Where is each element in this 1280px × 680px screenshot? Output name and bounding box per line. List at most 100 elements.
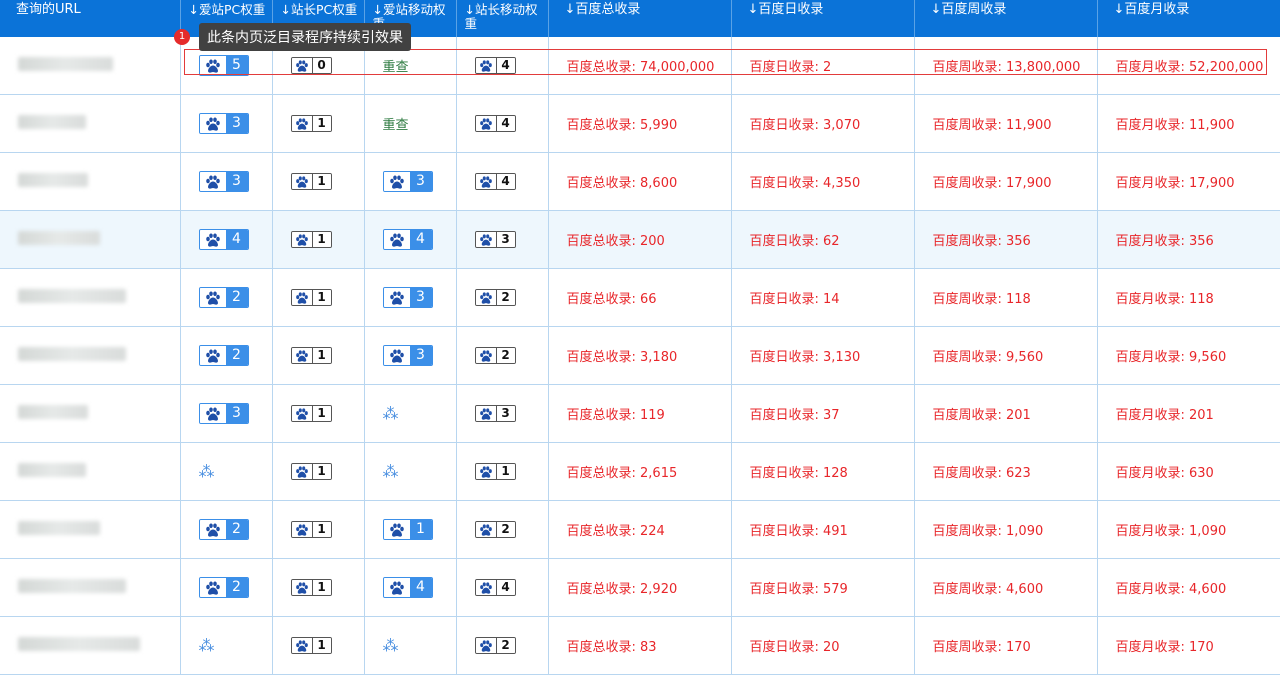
zhanzhang-weight-badge[interactable]: 3 (474, 231, 516, 248)
baidu-day-value: 百度日收录: 20 (749, 640, 840, 655)
zhanzhang-weight-badge[interactable]: 4 (474, 579, 516, 596)
zhanzhang-weight-badge[interactable]: 1 (290, 405, 332, 422)
aizhan-weight-badge[interactable]: 3 (382, 287, 433, 308)
zhanzhang-weight-badge[interactable]: 1 (290, 463, 332, 480)
blurred-url[interactable] (18, 114, 86, 129)
url-cell[interactable] (0, 94, 181, 153)
blurred-url[interactable] (18, 462, 86, 477)
baidu-total-cell: 百度总收录: 66 (548, 268, 732, 327)
weight-value: 3 (225, 172, 248, 191)
blurred-url[interactable] (18, 404, 88, 419)
aizhan-pc-cell: ⁂ (180, 616, 273, 675)
blurred-url[interactable] (18, 230, 100, 245)
col-header-baidu-total[interactable]: ↓百度总收录 (548, 0, 732, 37)
zhanzhang-pc-cell: 1 (272, 616, 365, 675)
aizhan-weight-badge[interactable]: 2 (198, 519, 249, 540)
baidu-total-value: 百度总收录: 3,180 (566, 350, 678, 365)
url-cell[interactable] (0, 442, 181, 501)
url-cell[interactable] (0, 152, 181, 211)
baidu-day-value: 百度日收录: 4,350 (749, 176, 861, 191)
url-cell[interactable] (0, 326, 181, 385)
zhanzhang-weight-badge[interactable]: 1 (474, 463, 516, 480)
baidu-paw-icon (199, 172, 226, 191)
zhanzhang-weight-badge[interactable]: 1 (290, 521, 332, 538)
zhanzhang-mobile-cell: 4 (456, 152, 549, 211)
aizhan-weight-badge[interactable]: 4 (382, 577, 433, 598)
url-cell[interactable] (0, 558, 181, 617)
zhanzhang-weight-badge[interactable]: 1 (290, 231, 332, 248)
col-header-url: 查询的URL (0, 0, 181, 37)
url-cell[interactable] (0, 384, 181, 443)
col-header-zhanzhang-mobile[interactable]: ↓站长移动权重 (456, 0, 549, 37)
aizhan-weight-badge[interactable]: 2 (198, 577, 249, 598)
aizhan-weight-badge[interactable]: 3 (382, 171, 433, 192)
tooltip-badge: 1 (174, 29, 190, 45)
zhanzhang-weight-badge[interactable]: 1 (290, 289, 332, 306)
weight-value: 3 (225, 404, 248, 423)
baidu-total-cell: 百度总收录: 200 (548, 210, 732, 269)
zhanzhang-mobile-cell: 1 (456, 442, 549, 501)
zhanzhang-weight-badge[interactable]: 1 (290, 173, 332, 190)
zhanzhang-weight-badge[interactable]: 2 (474, 347, 516, 364)
zhanzhang-weight-badge[interactable]: 2 (474, 637, 516, 654)
url-cell[interactable] (0, 268, 181, 327)
baidu-day-cell: 百度日收录: 128 (731, 442, 915, 501)
url-cell[interactable] (0, 616, 181, 675)
baidu-day-value: 百度日收录: 579 (749, 582, 848, 597)
blurred-url[interactable] (18, 578, 126, 593)
tooltip-text: 此条内页泛目录程序持续引效果 (199, 23, 411, 51)
col-header-baidu-month[interactable]: ↓百度月收录 (1097, 0, 1280, 37)
baidu-month-cell: 百度月收录: 170 (1097, 616, 1280, 675)
baidu-week-cell: 百度周收录: 356 (914, 210, 1098, 269)
zhanzhang-weight-badge[interactable]: 2 (474, 289, 516, 306)
aizhan-pc-cell: ⁂ (180, 442, 273, 501)
baidu-week-cell: 百度周收录: 170 (914, 616, 1098, 675)
baidu-month-value: 百度月收录: 170 (1115, 640, 1214, 655)
baidu-day-value: 百度日收录: 3,130 (749, 350, 861, 365)
aizhan-weight-badge[interactable]: 3 (198, 113, 249, 134)
baidu-month-cell: 百度月收录: 356 (1097, 210, 1280, 269)
col-header-baidu-week[interactable]: ↓百度周收录 (914, 0, 1098, 37)
url-cell[interactable] (0, 500, 181, 559)
baidu-total-cell: 百度总收录: 3,180 (548, 326, 732, 385)
recheck-link[interactable]: 重查 (383, 118, 409, 133)
aizhan-weight-badge[interactable]: 2 (198, 287, 249, 308)
col-header-baidu-day[interactable]: ↓百度日收录 (731, 0, 915, 37)
baidu-total-cell: 百度总收录: 2,920 (548, 558, 732, 617)
aizhan-weight-badge[interactable]: 4 (198, 229, 249, 250)
baidu-paw-icon (383, 520, 410, 539)
aizhan-weight-badge[interactable]: 3 (382, 345, 433, 366)
blurred-url[interactable] (18, 172, 88, 187)
aizhan-weight-badge[interactable]: 2 (198, 345, 249, 366)
blurred-url[interactable] (18, 288, 126, 303)
baidu-week-value: 百度周收录: 1,090 (932, 524, 1044, 539)
weight-value: 3 (495, 232, 515, 247)
zhanzhang-weight-badge[interactable]: 3 (474, 405, 516, 422)
blurred-url[interactable] (18, 346, 126, 361)
aizhan-weight-badge[interactable]: 1 (382, 519, 433, 540)
baidu-day-cell: 百度日收录: 3,070 (731, 94, 915, 153)
blurred-url[interactable] (18, 520, 100, 535)
loading-spinner-icon: ⁂ (382, 462, 399, 481)
zhanzhang-weight-badge[interactable]: 1 (290, 579, 332, 596)
blurred-url[interactable] (18, 636, 140, 651)
aizhan-pc-cell: 2 (180, 326, 273, 385)
zhanzhang-weight-badge[interactable]: 1 (290, 637, 332, 654)
zhanzhang-weight-badge[interactable]: 4 (474, 173, 516, 190)
baidu-paw-icon (291, 116, 312, 131)
aizhan-pc-cell: 2 (180, 500, 273, 559)
url-cell[interactable] (0, 37, 181, 95)
zhanzhang-weight-badge[interactable]: 4 (474, 115, 516, 132)
tooltip: 1 此条内页泛目录程序持续引效果 (174, 23, 411, 51)
aizhan-weight-badge[interactable]: 3 (198, 403, 249, 424)
weight-value: 2 (495, 638, 515, 653)
loading-spinner-icon: ⁂ (382, 404, 399, 423)
url-cell[interactable] (0, 210, 181, 269)
zhanzhang-weight-badge[interactable]: 2 (474, 521, 516, 538)
aizhan-weight-badge[interactable]: 4 (382, 229, 433, 250)
blurred-url[interactable] (18, 56, 113, 71)
zhanzhang-weight-badge[interactable]: 1 (290, 115, 332, 132)
zhanzhang-weight-badge[interactable]: 1 (290, 347, 332, 364)
baidu-paw-icon (291, 522, 312, 537)
aizhan-weight-badge[interactable]: 3 (198, 171, 249, 192)
